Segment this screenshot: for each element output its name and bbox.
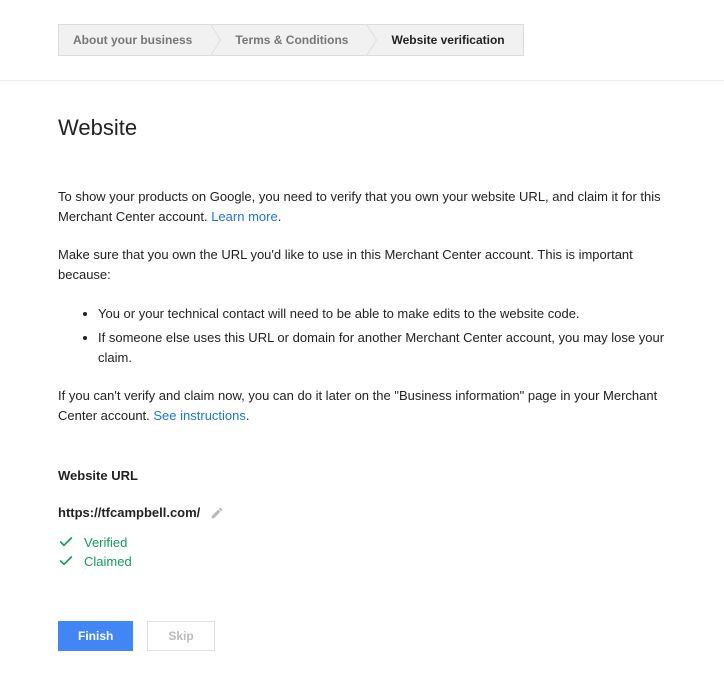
skip-button[interactable]: Skip [147, 621, 214, 651]
list-item: You or your technical contact will need … [98, 304, 666, 324]
crumb-terms[interactable]: Terms & Conditions [210, 24, 367, 56]
status-text: Verified [84, 535, 127, 550]
status-claimed: Claimed [58, 553, 666, 569]
website-url-value: https://tfcampbell.com/ [58, 505, 200, 520]
check-icon [58, 534, 74, 550]
status-text: Claimed [84, 554, 132, 569]
period: . [246, 408, 250, 423]
check-icon [58, 553, 74, 569]
crumb-label: About your business [73, 33, 192, 47]
website-url-label: Website URL [58, 468, 666, 483]
setup-breadcrumb: About your business Terms & Conditions W… [58, 24, 666, 56]
action-bar: Finish Skip [58, 621, 666, 651]
reasons-list: You or your technical contact will need … [58, 304, 666, 368]
intro-text-3: If you can't verify and claim now, you c… [58, 388, 657, 423]
crumb-label: Terms & Conditions [235, 33, 348, 47]
finish-button[interactable]: Finish [58, 621, 133, 651]
website-url-row: https://tfcampbell.com/ [58, 505, 666, 520]
crumb-label: Website verification [391, 33, 504, 47]
page-title: Website [58, 115, 666, 141]
period: . [278, 209, 282, 224]
learn-more-link[interactable]: Learn more [211, 209, 277, 224]
edit-icon[interactable] [210, 506, 224, 520]
list-item: If someone else uses this URL or domain … [98, 328, 666, 368]
see-instructions-link[interactable]: See instructions [153, 408, 246, 423]
status-verified: Verified [58, 534, 666, 550]
intro-paragraph-3: If you can't verify and claim now, you c… [58, 386, 666, 426]
intro-text-1: To show your products on Google, you nee… [58, 189, 661, 224]
intro-paragraph-1: To show your products on Google, you nee… [58, 187, 666, 227]
intro-paragraph-2: Make sure that you own the URL you'd lik… [58, 245, 666, 285]
crumb-about-business[interactable]: About your business [58, 24, 211, 56]
crumb-website-verification[interactable]: Website verification [366, 24, 523, 56]
